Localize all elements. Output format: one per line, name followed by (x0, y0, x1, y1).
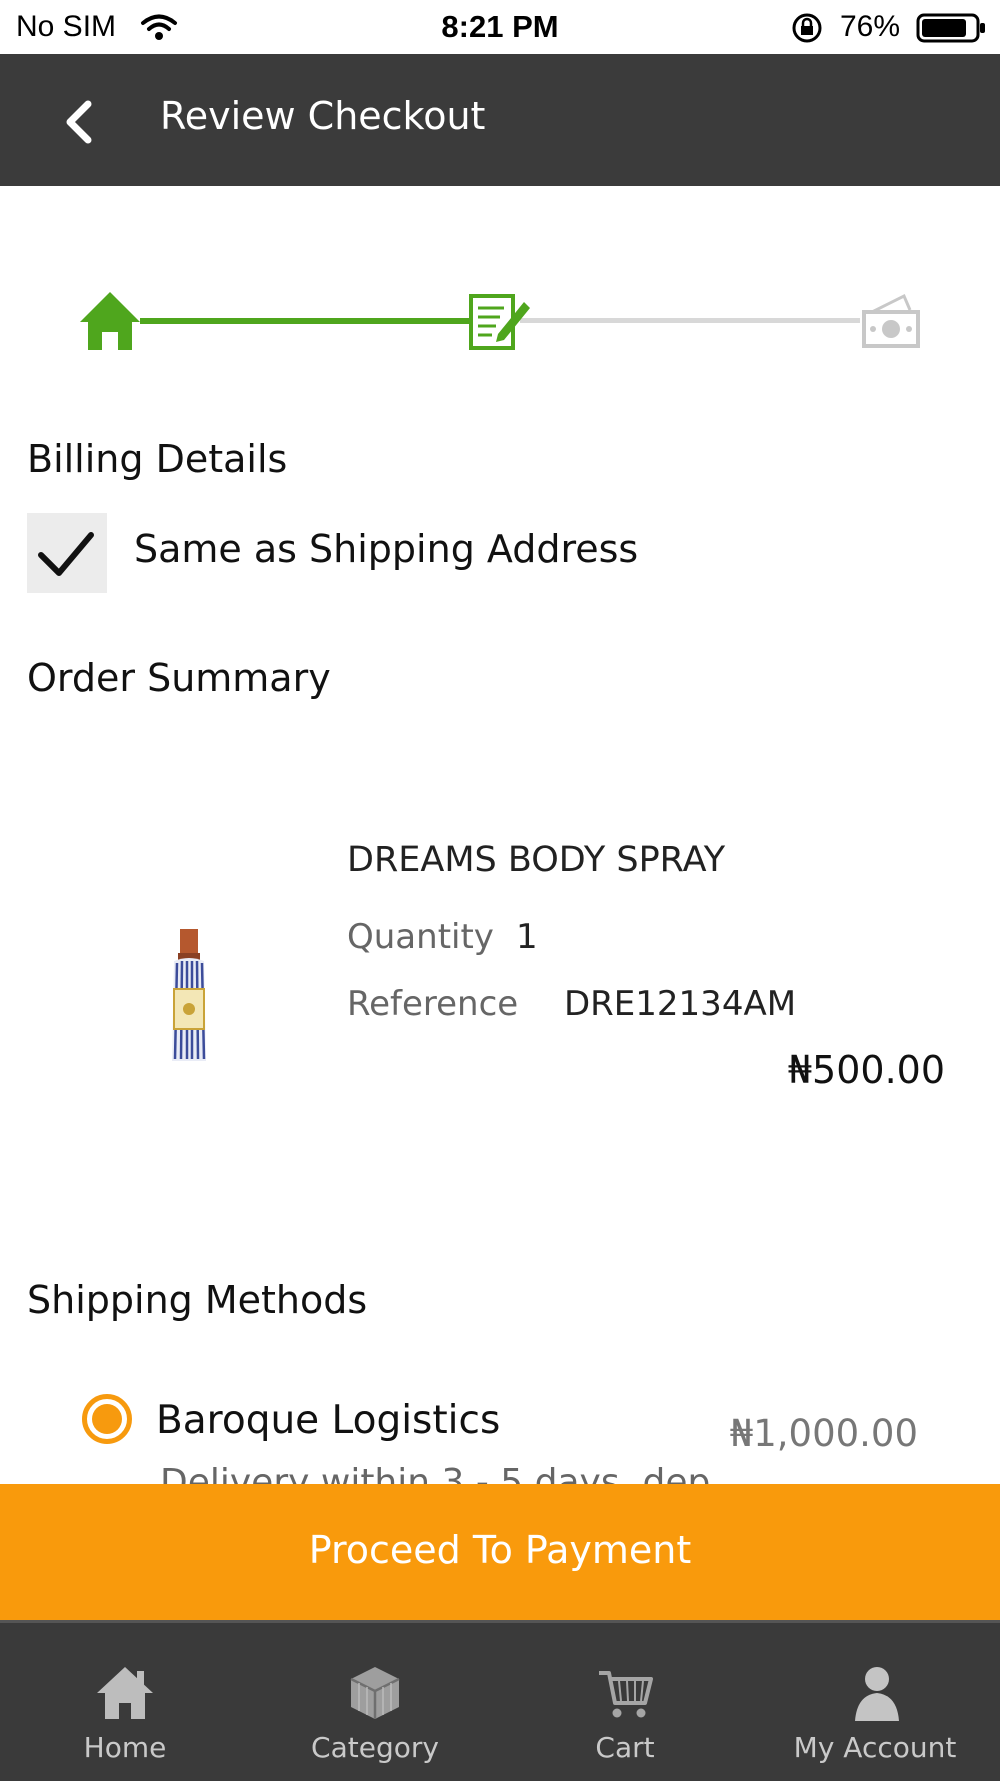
tab-home-label: Home (83, 1731, 167, 1764)
tab-my-account[interactable]: My Account (750, 1623, 1000, 1781)
battery-percentage: 76% (840, 10, 901, 43)
money-icon (860, 292, 922, 354)
reference-label: Reference (347, 984, 519, 1024)
step-progress-line (140, 318, 470, 324)
home-icon (78, 290, 142, 356)
reference-value: DRE12134AM (564, 984, 797, 1024)
quantity-value: 1 (516, 917, 538, 957)
shipping-methods-title: Shipping Methods (27, 1278, 368, 1322)
billing-details-title: Billing Details (27, 437, 288, 481)
tab-cart-label: Cart (595, 1731, 655, 1764)
battery-icon (916, 12, 988, 49)
edit-icon (468, 290, 532, 356)
same-as-shipping-label: Same as Shipping Address (134, 527, 639, 571)
tab-cart[interactable]: Cart (500, 1623, 750, 1781)
quantity-label: Quantity (347, 917, 494, 957)
product-image (160, 925, 218, 1069)
cube-icon (345, 1663, 405, 1727)
checkout-stepper (0, 280, 1000, 360)
user-icon (845, 1663, 905, 1727)
chevron-left-icon (66, 100, 92, 144)
shipping-method-description: Delivery within 3 - 5 days, dep (160, 1462, 711, 1484)
product-name: DREAMS BODY SPRAY (347, 840, 726, 880)
status-bar: No SIM 8:21 PM 76% (0, 0, 1000, 54)
tab-my-account-label: My Account (793, 1731, 957, 1764)
checkmark-icon (38, 532, 94, 576)
back-button[interactable] (54, 94, 110, 150)
tab-category-label: Category (311, 1731, 439, 1764)
step-pending-line (520, 318, 860, 323)
tab-category[interactable]: Category (250, 1623, 500, 1781)
app-header: Review Checkout (0, 54, 1000, 186)
cart-icon (595, 1663, 655, 1727)
page-title: Review Checkout (160, 94, 486, 138)
shipping-method-radio[interactable] (82, 1394, 132, 1444)
shipping-method-description-clip: Delivery within 3 - 5 days, dep (160, 1462, 860, 1484)
tab-home[interactable]: Home (0, 1623, 250, 1781)
orientation-lock-icon (790, 11, 824, 50)
radio-selected-dot (92, 1404, 122, 1434)
home-icon (95, 1663, 155, 1727)
same-as-shipping-checkbox[interactable] (27, 513, 107, 593)
product-price: ₦500.00 (787, 1048, 945, 1092)
shipping-method-name: Baroque Logistics (156, 1398, 501, 1443)
order-summary-title: Order Summary (27, 656, 331, 700)
shipping-method-price: ₦1,000.00 (729, 1412, 918, 1455)
proceed-to-payment-button[interactable]: Proceed To Payment (0, 1484, 1000, 1620)
bottom-tab-bar: Home Category Cart My Account (0, 1620, 1000, 1781)
